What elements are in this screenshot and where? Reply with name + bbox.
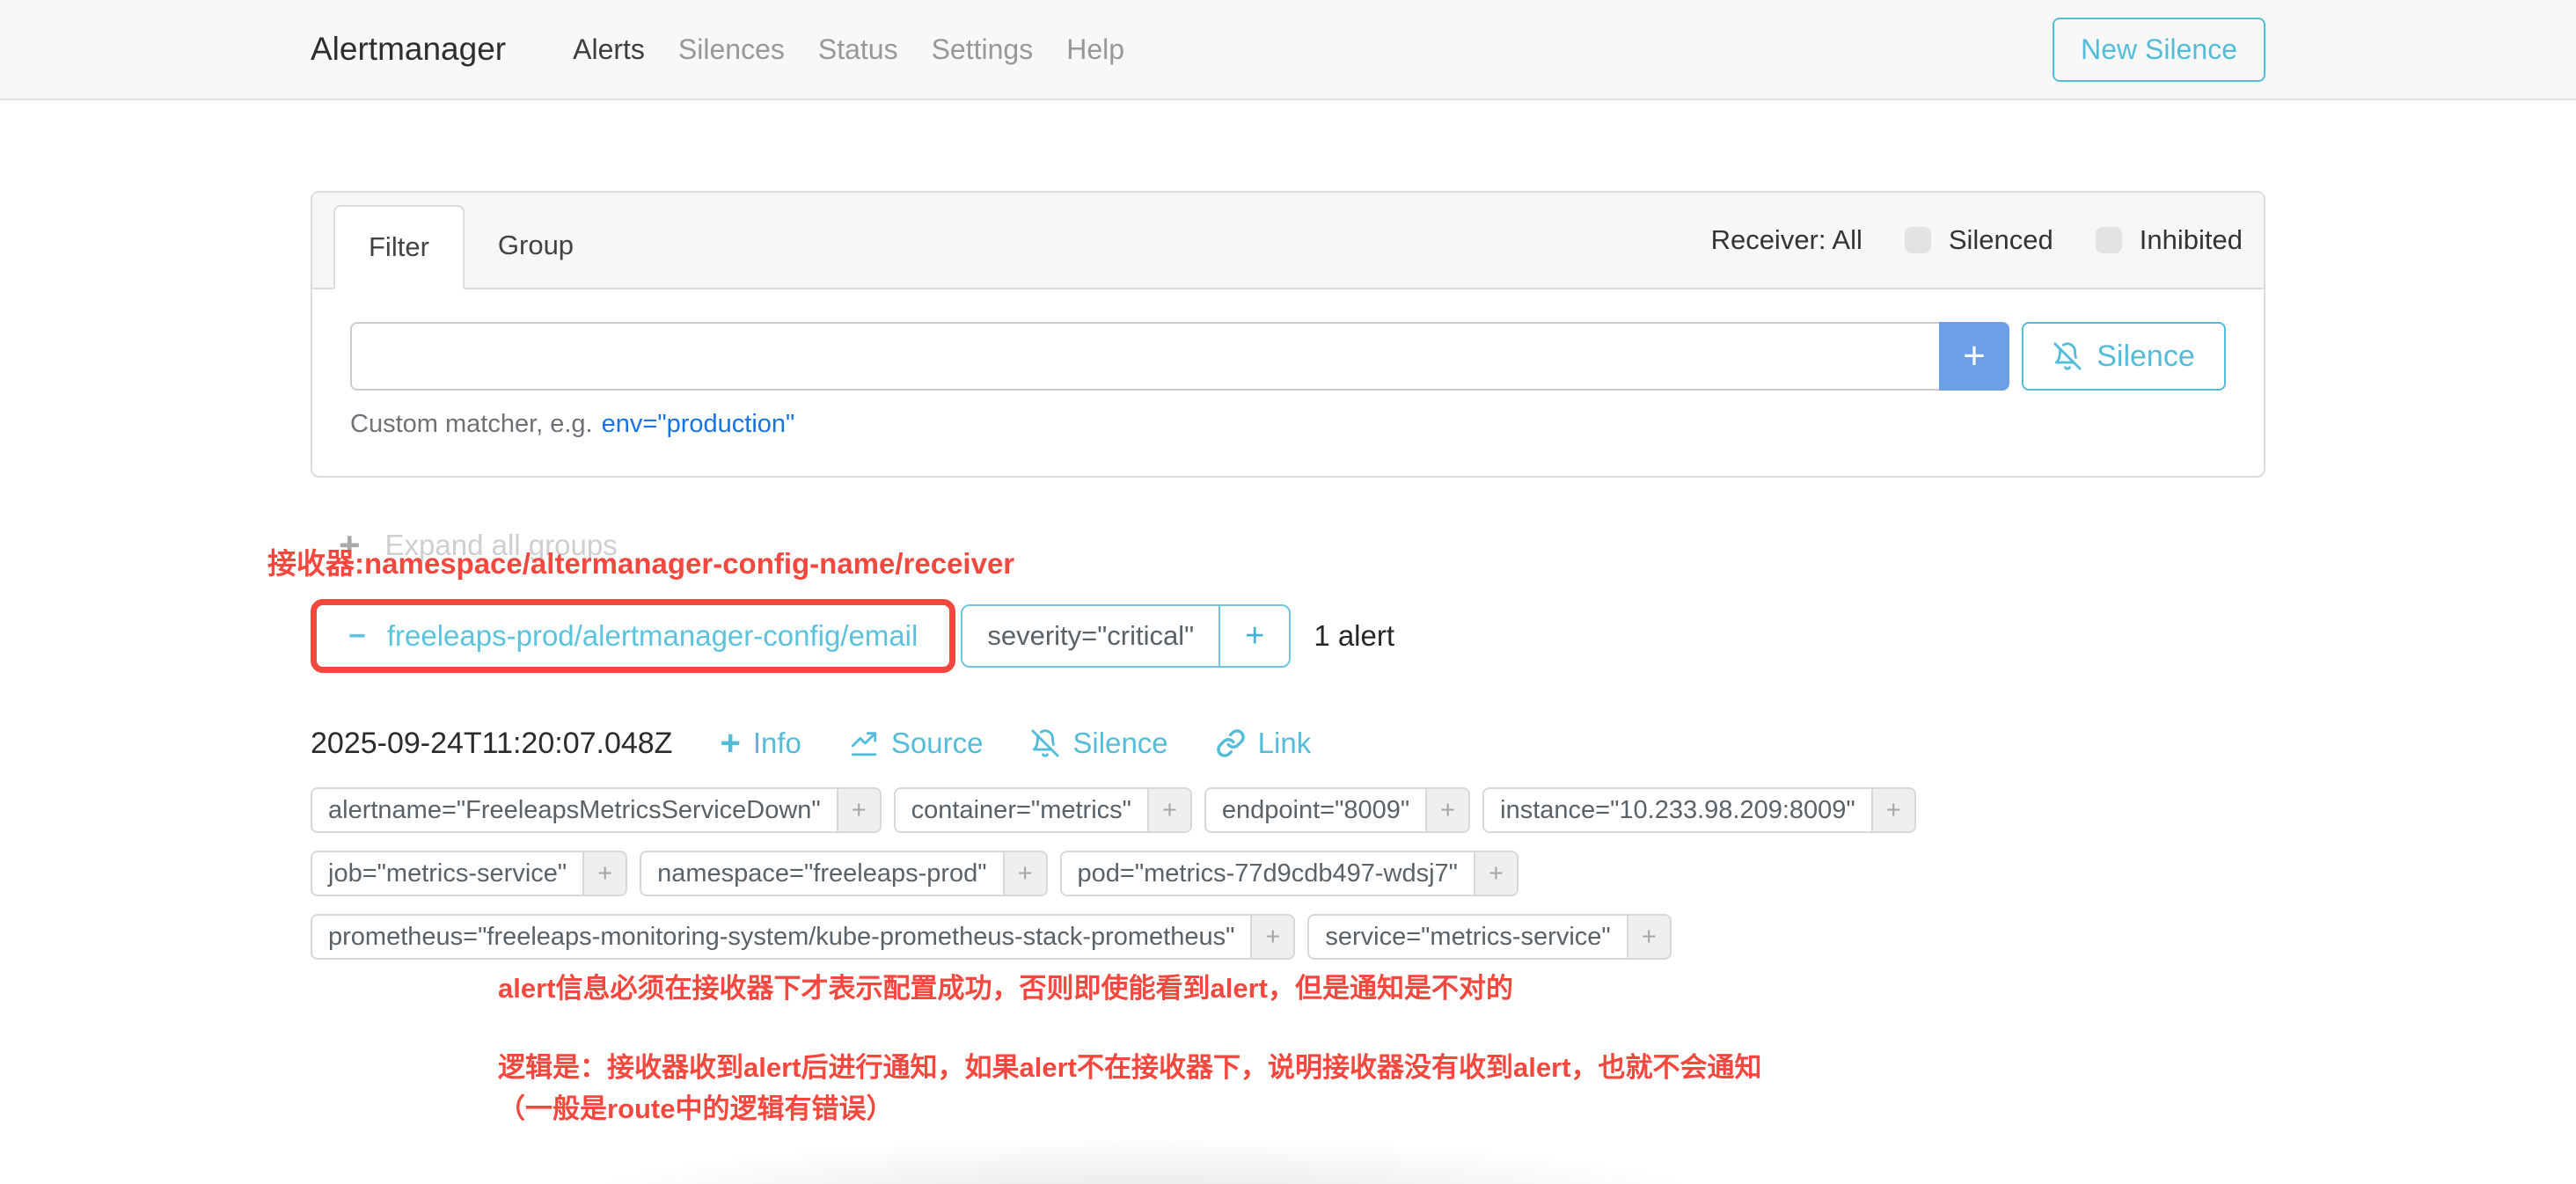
- alert-source-label: Source: [891, 727, 984, 760]
- tab-group[interactable]: Group: [465, 205, 607, 288]
- label-add-filter-button[interactable]: +: [1871, 789, 1914, 831]
- group-matcher: severity="critical" +: [961, 604, 1291, 668]
- group-receiver-label: freeleaps-prod/alertmanager-config/email: [387, 619, 918, 653]
- matcher-input[interactable]: [350, 322, 1939, 391]
- filter-card-header: Filter Group Receiver: All Silenced Inhi…: [312, 193, 2264, 289]
- silenced-checkbox[interactable]: [1905, 227, 1931, 253]
- bell-slash-icon: [1030, 728, 1060, 758]
- label-tag-namespace: namespace="freeleaps-prod" +: [640, 851, 1047, 896]
- label-tag-text[interactable]: namespace="freeleaps-prod": [641, 852, 1002, 895]
- filter-header-controls: Receiver: All Silenced Inhibited: [1711, 224, 2243, 256]
- label-add-filter-button[interactable]: +: [837, 789, 880, 831]
- nav-item-status[interactable]: Status: [818, 33, 898, 66]
- new-silence-button[interactable]: New Silence: [2053, 18, 2265, 82]
- alert-info-link[interactable]: + Info: [720, 726, 801, 761]
- alert-labels: alertname="FreeleapsMetricsServiceDown" …: [311, 787, 2265, 960]
- annotation-receiver-note: 接收器:namespace/altermanager-config-name/r…: [267, 540, 1014, 582]
- app-brand[interactable]: Alertmanager: [311, 31, 506, 68]
- minus-icon: −: [348, 621, 366, 651]
- alert-source-link[interactable]: Source: [849, 727, 984, 760]
- nav-item-alerts[interactable]: Alerts: [573, 33, 645, 66]
- add-matcher-button[interactable]: +: [1939, 322, 2009, 391]
- inhibited-checkbox-label: Inhibited: [2140, 224, 2243, 256]
- annotation-logic-note: 逻辑是：接收器收到alert后进行通知，如果alert不在接收器下，说明接收器没…: [498, 1047, 1761, 1129]
- alert-header-row: 2025-09-24T11:20:07.048Z + Info Source: [311, 726, 2265, 761]
- alert-permalink-label: Link: [1258, 727, 1312, 760]
- bell-slash-icon: [2053, 341, 2082, 371]
- group-receiver-button[interactable]: − freeleaps-prod/alertmanager-config/ema…: [322, 609, 944, 663]
- label-tag-pod: pod="metrics-77d9cdb497-wdsj7" +: [1060, 851, 1519, 896]
- label-tag-endpoint: endpoint="8009" +: [1204, 787, 1470, 833]
- nav-item-settings[interactable]: Settings: [932, 33, 1034, 66]
- label-add-filter-button[interactable]: +: [1147, 789, 1190, 831]
- matcher-helper-text: Custom matcher, e.g. env="production": [350, 410, 2226, 439]
- main-nav: Alerts Silences Status Settings Help: [573, 33, 1124, 66]
- helper-prefix: Custom matcher, e.g.: [350, 410, 593, 438]
- matcher-input-row: + Silence: [350, 322, 2226, 391]
- alert-count: 1 alert: [1314, 619, 1394, 653]
- inhibited-checkbox-group[interactable]: Inhibited: [2096, 224, 2243, 256]
- bottom-shadow: [370, 1126, 1918, 1184]
- silence-filter-button-label: Silence: [2097, 340, 2195, 374]
- label-row: alertname="FreeleapsMetricsServiceDown" …: [311, 787, 2265, 833]
- nav-item-silences[interactable]: Silences: [678, 33, 785, 66]
- inhibited-checkbox[interactable]: [2096, 227, 2122, 253]
- alert-timestamp: 2025-09-24T11:20:07.048Z: [311, 727, 672, 761]
- label-tag-text[interactable]: alertname="FreeleapsMetricsServiceDown": [312, 789, 837, 831]
- filter-tabs: Filter Group: [333, 205, 607, 288]
- plus-icon: +: [1245, 618, 1264, 655]
- silenced-checkbox-group[interactable]: Silenced: [1905, 224, 2053, 256]
- plus-icon: +: [720, 726, 740, 761]
- label-add-filter-button[interactable]: +: [582, 852, 626, 895]
- label-row: prometheus="freeleaps-monitoring-system/…: [311, 914, 2265, 960]
- alert-info-label: Info: [753, 727, 801, 760]
- receiver-selector[interactable]: Receiver: All: [1711, 224, 1862, 256]
- alert-group-row: − freeleaps-prod/alertmanager-config/ema…: [311, 599, 2265, 673]
- label-row: job="metrics-service" + namespace="freel…: [311, 851, 2265, 896]
- label-tag-text[interactable]: pod="metrics-77d9cdb497-wdsj7": [1062, 852, 1474, 895]
- group-matcher-add-button[interactable]: +: [1218, 606, 1289, 666]
- silenced-checkbox-label: Silenced: [1949, 224, 2053, 256]
- chart-line-icon: [849, 728, 879, 758]
- label-tag-text[interactable]: endpoint="8009": [1206, 789, 1425, 831]
- label-tag-text[interactable]: instance="10.233.98.209:8009": [1484, 789, 1871, 831]
- label-add-filter-button[interactable]: +: [1627, 916, 1670, 958]
- label-tag-text[interactable]: prometheus="freeleaps-monitoring-system/…: [312, 916, 1250, 958]
- label-tag-text[interactable]: container="metrics": [896, 789, 1147, 831]
- red-annotation-box: − freeleaps-prod/alertmanager-config/ema…: [311, 599, 955, 673]
- label-tag-text[interactable]: service="metrics-service": [1309, 916, 1626, 958]
- tab-filter[interactable]: Filter: [333, 205, 465, 289]
- label-add-filter-button[interactable]: +: [1003, 852, 1046, 895]
- label-tag-alertname: alertname="FreeleapsMetricsServiceDown" …: [311, 787, 882, 833]
- annotation-logic-line2: （一般是route中的逻辑有错误）: [498, 1088, 1761, 1129]
- annotation-alert-note: alert信息必须在接收器下才表示配置成功，否则即使能看到alert，但是通知是…: [498, 966, 1513, 1005]
- link-icon: [1216, 728, 1246, 758]
- label-tag-job: job="metrics-service" +: [311, 851, 627, 896]
- label-tag-text[interactable]: job="metrics-service": [312, 852, 582, 895]
- filter-card-body: + Silence Custom matcher, e: [312, 289, 2264, 476]
- filter-card: Filter Group Receiver: All Silenced Inhi…: [311, 191, 2265, 478]
- alert-silence-label: Silence: [1072, 727, 1167, 760]
- silence-filter-button[interactable]: Silence: [2022, 322, 2226, 391]
- nav-item-help[interactable]: Help: [1066, 33, 1124, 66]
- label-tag-prometheus: prometheus="freeleaps-monitoring-system/…: [311, 914, 1295, 960]
- label-add-filter-button[interactable]: +: [1250, 916, 1293, 958]
- label-tag-container: container="metrics" +: [894, 787, 1192, 833]
- annotation-logic-line1: 逻辑是：接收器收到alert后进行通知，如果alert不在接收器下，说明接收器没…: [498, 1047, 1761, 1088]
- label-add-filter-button[interactable]: +: [1474, 852, 1517, 895]
- label-tag-service: service="metrics-service" +: [1307, 914, 1671, 960]
- alert-permalink[interactable]: Link: [1216, 727, 1312, 760]
- label-tag-instance: instance="10.233.98.209:8009" +: [1482, 787, 1916, 833]
- matcher-example-link[interactable]: env="production": [602, 410, 795, 438]
- group-matcher-label[interactable]: severity="critical": [962, 606, 1218, 666]
- label-add-filter-button[interactable]: +: [1425, 789, 1468, 831]
- navbar: Alertmanager Alerts Silences Status Sett…: [0, 0, 2576, 100]
- alert-silence-link[interactable]: Silence: [1030, 727, 1167, 760]
